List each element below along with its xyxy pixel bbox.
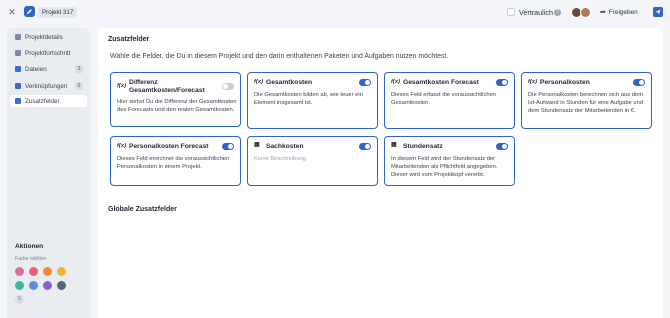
sidebar-item-verknuepfungen[interactable]: Verknüpfungen 0 [10, 80, 87, 92]
formula-icon: f(x) [391, 79, 401, 85]
toggle-switch[interactable] [359, 79, 371, 86]
color-swatch-teal[interactable] [15, 281, 24, 290]
share-icon: ➦ [600, 9, 606, 16]
toggle-switch[interactable] [222, 83, 234, 90]
edit-icon[interactable] [24, 6, 35, 17]
color-swatch-none[interactable]: S [15, 295, 24, 304]
sidebar-item-label: Projektdetails [25, 33, 63, 41]
color-swatch-red[interactable] [29, 267, 38, 276]
card-title: Stundensatz [403, 143, 443, 150]
share-button[interactable]: ➦ Freigeben [600, 6, 638, 18]
field-card-personalkosten-forecast[interactable]: f(x) Personalkosten Forecast Dieses Feld… [110, 136, 241, 186]
field-card-gesamtkosten[interactable]: f(x) Gesamtkosten Die Gesamtkosten bilde… [247, 72, 378, 129]
card-description: In diesem Feld wird der Stundensatz der … [391, 156, 498, 178]
field-card-personalkosten[interactable]: f(x) Personalkosten Die Personalkosten b… [521, 72, 652, 129]
card-title: Sachkosten [266, 143, 304, 150]
section-description: Wähle die Felder, die Du in diesem Proje… [110, 53, 449, 60]
global-section-title: Globale Zusatzfelder [108, 206, 177, 213]
color-swatch-yellow[interactable] [57, 267, 66, 276]
formula-icon: f(x) [528, 79, 538, 85]
card-title: Gesamtkosten [266, 79, 313, 86]
toggle-switch[interactable] [633, 79, 645, 86]
actions-title: Aktionen [15, 243, 44, 250]
card-description: Hier siehst Du die Differenz der Gesamtk… [117, 99, 237, 113]
send-icon[interactable] [653, 7, 663, 17]
sidebar-item-label: Dateien [25, 65, 47, 73]
field-card-stundensatz[interactable]: ▦ Stundensatz In diesem Feld wird der St… [384, 136, 515, 186]
color-swatch-pink[interactable] [15, 267, 24, 276]
document-icon [15, 34, 21, 40]
section-title: Zusatzfelder [108, 36, 150, 43]
toggle-switch[interactable] [359, 143, 371, 150]
avatar[interactable] [580, 7, 591, 18]
card-description: Die Personalkosten berechnen sich aus de… [528, 92, 644, 114]
color-label: Farbe wählen [15, 256, 47, 262]
card-description: Dieses Feld errechnet die voraussichtlic… [117, 156, 230, 170]
toggle-switch[interactable] [496, 143, 508, 150]
count-badge: 3 [75, 65, 83, 73]
color-swatch-purple[interactable] [43, 281, 52, 290]
chart-icon [15, 50, 21, 56]
sidebar-item-projektfortschritt[interactable]: Projektfortschritt [10, 47, 87, 59]
color-swatch-orange[interactable] [43, 267, 52, 276]
card-description: Keine Beschreibung [254, 156, 306, 162]
color-swatch-gray[interactable] [57, 281, 66, 290]
field-card-gesamtkosten-forecast[interactable]: f(x) Gesamtkosten Forecast Dieses Feld e… [384, 72, 515, 129]
main-panel: Zusatzfelder Wähle die Felder, die Du in… [98, 28, 663, 318]
card-title: Gesamtkosten Forecast [403, 79, 479, 86]
color-swatch-blue[interactable] [29, 281, 38, 290]
help-icon[interactable]: ? [554, 9, 561, 16]
sidebar: Projektdetails Projektfortschritt Dateie… [7, 28, 90, 318]
field-card-differenz[interactable]: f(x) Differenz Gesamtkosten/Forecast Hie… [110, 72, 241, 127]
project-name-badge[interactable]: Projekt 317 [38, 7, 78, 18]
sidebar-item-dateien[interactable]: Dateien 3 [10, 63, 87, 75]
top-bar: ✕ Projekt 317 Vertraulich ? ➦ Freigeben [0, 0, 670, 26]
formula-icon: f(x) [254, 79, 264, 85]
confidential-checkbox[interactable] [507, 8, 515, 16]
card-description: Dieses Feld erfasst die voraussichtliche… [391, 92, 497, 106]
sidebar-item-label: Projektfortschritt [25, 49, 71, 57]
share-label: Freigeben [608, 8, 638, 16]
layers-icon [15, 98, 21, 104]
count-badge: 0 [75, 82, 83, 90]
grid-icon: ▦ [391, 142, 397, 148]
close-icon[interactable]: ✕ [7, 7, 17, 17]
field-card-sachkosten[interactable]: ▦ Sachkosten Keine Beschreibung [247, 136, 378, 186]
formula-icon: f(x) [117, 143, 127, 149]
confidential-label: Vertraulich [519, 8, 553, 17]
formula-icon: f(x) [117, 83, 127, 89]
sidebar-item-label: Zusatzfelder [25, 97, 60, 105]
card-title: Personalkosten Forecast [129, 143, 209, 150]
card-title: Differenz Gesamtkosten/Forecast [129, 79, 205, 94]
folder-icon [15, 66, 21, 72]
sidebar-item-label: Verknüpfungen [25, 82, 68, 90]
sidebar-item-projektdetails[interactable]: Projektdetails [10, 31, 87, 43]
grid-icon: ▦ [254, 142, 260, 148]
link-icon [15, 83, 21, 89]
card-title: Personalkosten [540, 79, 590, 86]
card-description: Die Gesamtkosten bilden ab, wie teuer ei… [254, 92, 363, 106]
toggle-switch[interactable] [496, 79, 508, 86]
toggle-switch[interactable] [222, 143, 234, 150]
sidebar-item-zusatzfelder[interactable]: Zusatzfelder [10, 95, 87, 107]
